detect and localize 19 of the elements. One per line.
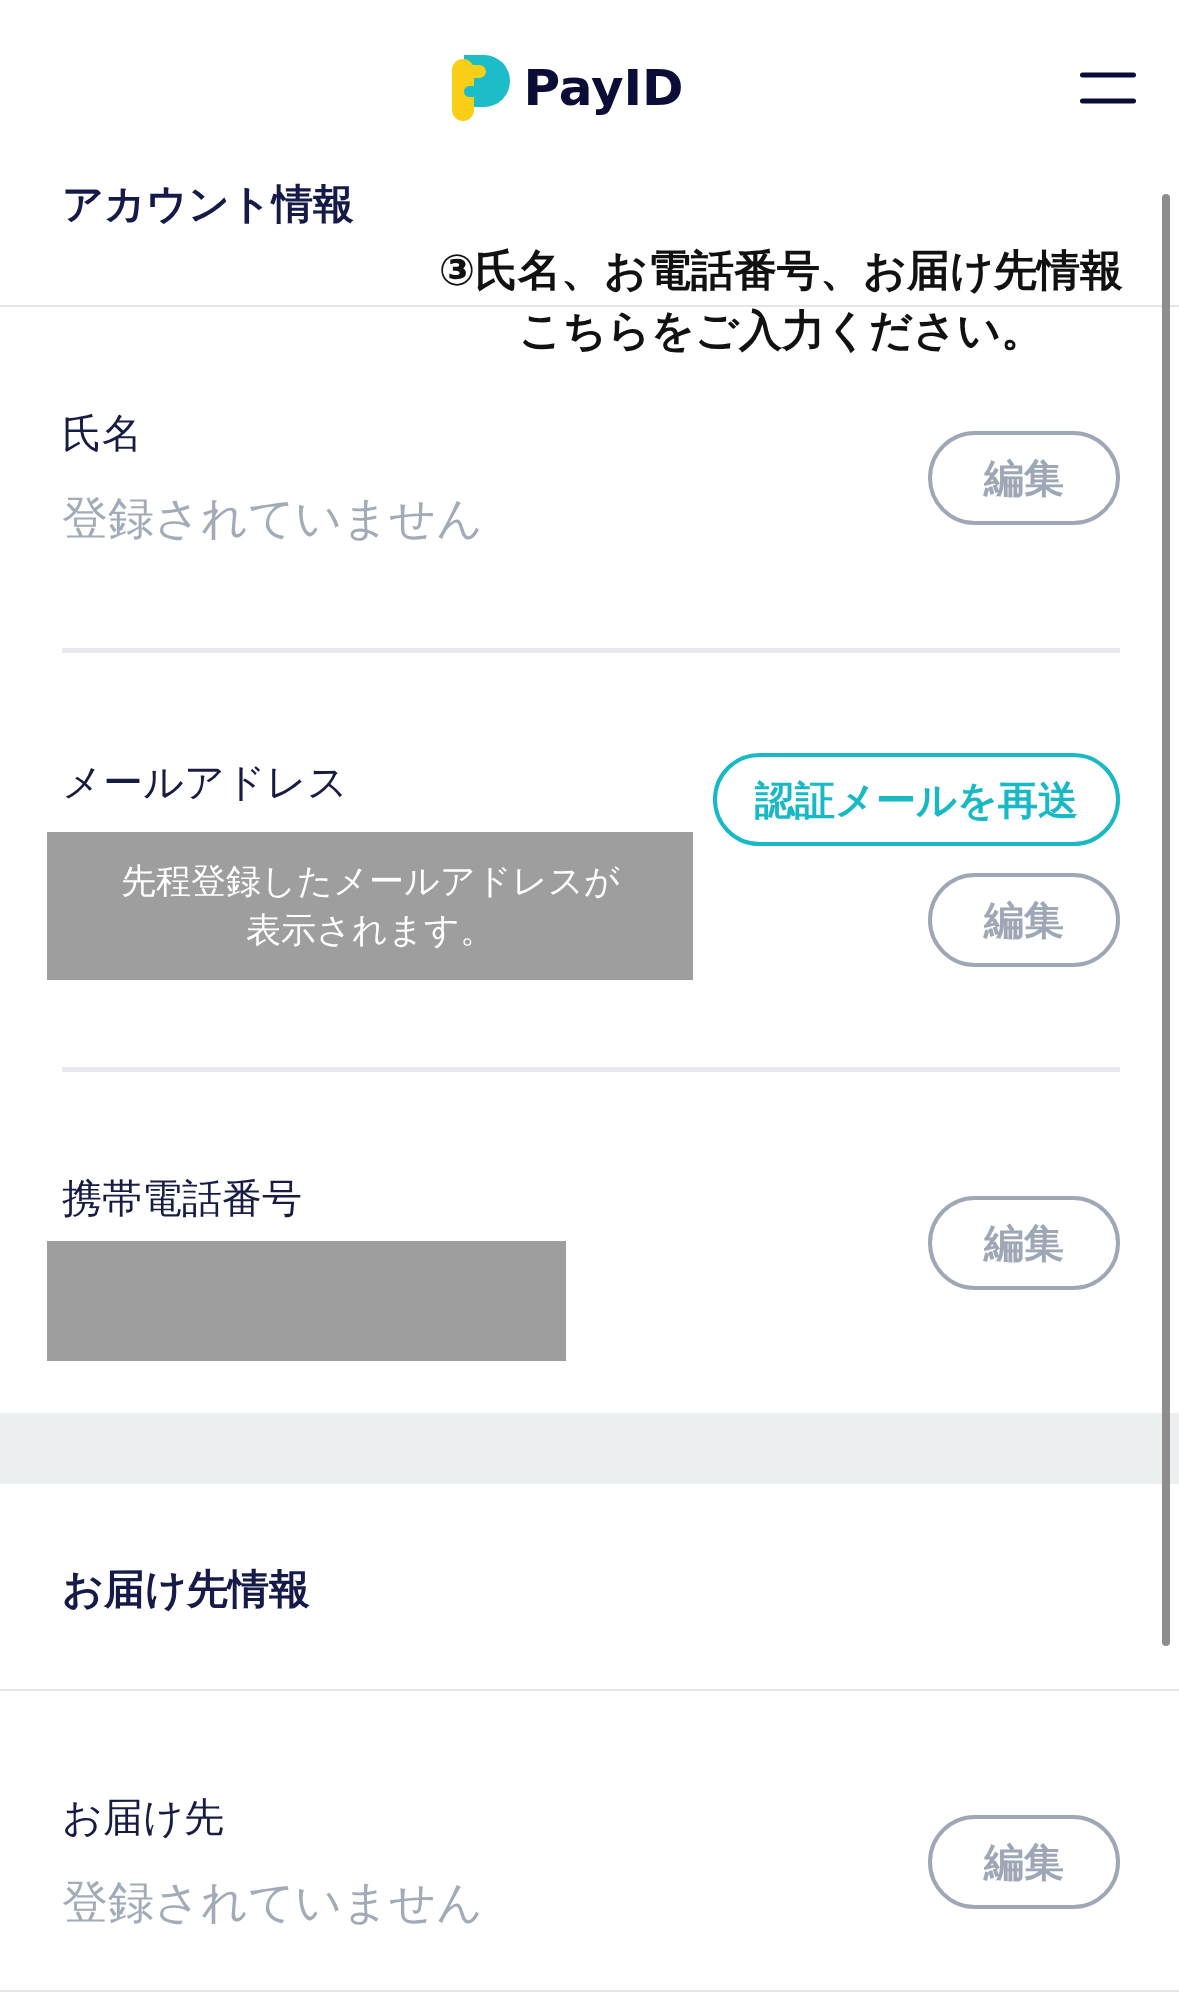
field-label: お届け先 xyxy=(62,1793,224,1842)
field-value: 登録されていません xyxy=(62,490,483,547)
edit-button[interactable]: 編集 xyxy=(928,873,1120,967)
menu-button[interactable] xyxy=(1080,71,1136,104)
field-label: 携帯電話番号 xyxy=(62,1174,302,1223)
section-title: お届け先情報 xyxy=(62,1564,310,1615)
section-title: アカウント情報 xyxy=(62,179,354,230)
logo-text: PayID xyxy=(523,57,684,118)
annotation-text: ③氏名、お電話番号、お届け先情報こちらをご入力ください。 xyxy=(437,244,1125,357)
field-label: 氏名 xyxy=(62,409,142,458)
menu-icon xyxy=(1080,71,1136,104)
edit-button[interactable]: 編集 xyxy=(928,1195,1120,1290)
resend-email-button[interactable]: 認証メールを再送 xyxy=(713,753,1120,846)
field-label: メールアドレス xyxy=(62,758,348,807)
redaction-box: 先程登録したメールアドレスが表示されます。 xyxy=(47,832,693,980)
edit-button[interactable]: 編集 xyxy=(928,1814,1120,1909)
edit-button[interactable]: 編集 xyxy=(928,430,1120,525)
logo-icon xyxy=(452,54,511,121)
field-value: 登録されていません xyxy=(62,1874,483,1931)
